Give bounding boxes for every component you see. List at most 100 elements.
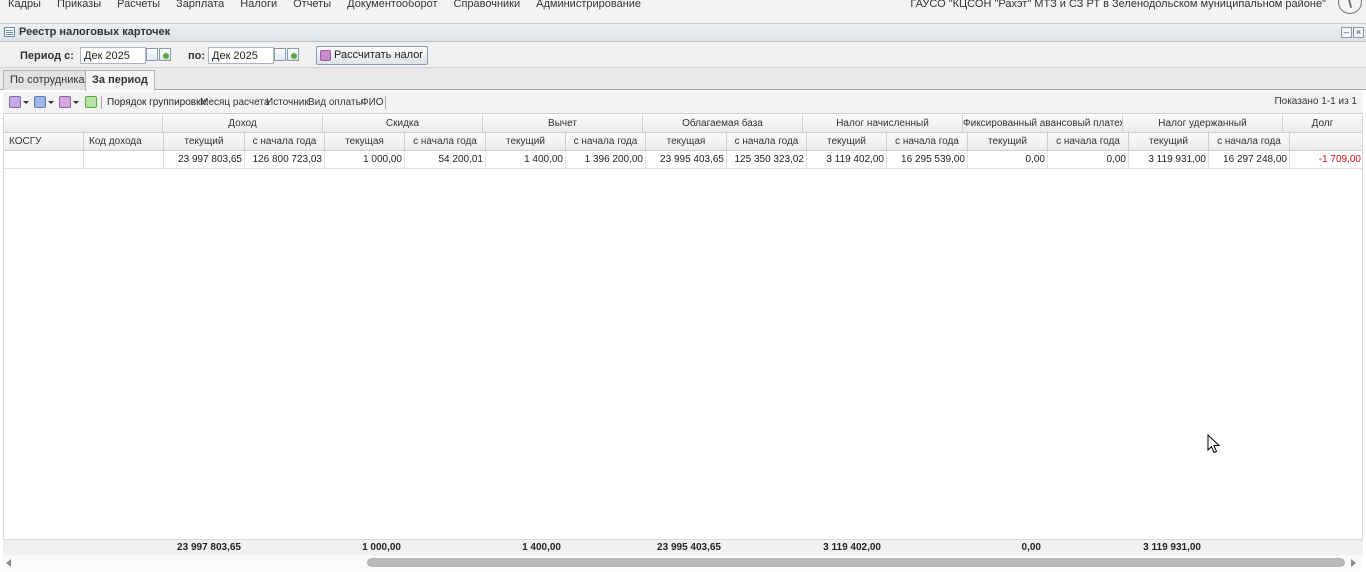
refresh-icon xyxy=(85,96,97,108)
refresh-button[interactable] xyxy=(83,95,97,110)
delete-button[interactable] xyxy=(57,95,79,110)
window-list-icon xyxy=(4,27,15,37)
grid-toolbar: Порядок группировки: Месяц расчета Источ… xyxy=(3,92,1363,114)
add-button[interactable] xyxy=(7,95,29,110)
header-income-current[interactable]: текущий xyxy=(164,133,245,151)
header-group-debt[interactable]: Долг xyxy=(1283,115,1362,133)
minimize-button[interactable]: – xyxy=(1341,27,1352,38)
grouping-label: Порядок группировки: xyxy=(107,97,209,108)
menu-item-nalogi[interactable]: Налоги xyxy=(232,0,285,12)
calculate-tax-label: Рассчитать налог xyxy=(334,49,424,61)
header-withheld-current[interactable]: текущий xyxy=(1129,133,1209,151)
tab-for-period[interactable]: За период xyxy=(85,70,155,91)
header-income-code[interactable]: Код дохода xyxy=(84,133,164,151)
cell-deduction-ytd[interactable]: 1 396 200,00 xyxy=(566,151,646,169)
menu-item-otchety[interactable]: Отчеты xyxy=(285,0,339,12)
cell-income-code[interactable] xyxy=(84,151,164,169)
chevron-down-icon xyxy=(23,101,29,104)
total-fixed-advance: 0,00 xyxy=(1021,542,1041,553)
main-menu-bar: Кадры Приказы Расчеты Зарплата Налоги От… xyxy=(0,0,1366,24)
sub-header-row: КОСГУ Код дохода текущий с начала года т… xyxy=(4,133,1362,151)
header-base-ytd[interactable]: с начала года xyxy=(727,133,807,151)
toolbar-separator xyxy=(101,96,102,109)
cell-withheld-current[interactable]: 3 119 931,00 xyxy=(1129,151,1209,169)
menu-item-prikazy[interactable]: Приказы xyxy=(49,0,109,12)
cell-debt[interactable]: -1 709,00 xyxy=(1290,151,1362,169)
header-group-deduction[interactable]: Вычет xyxy=(483,115,643,133)
period-to-label: по: xyxy=(188,50,206,62)
menu-item-zarplata[interactable]: Зарплата xyxy=(168,0,232,12)
grouping-field-source[interactable]: Источник xyxy=(266,97,309,108)
cell-advance-ytd[interactable]: 0,00 xyxy=(1048,151,1129,169)
toolbar-separator xyxy=(385,96,386,109)
header-kosgu[interactable]: КОСГУ xyxy=(4,133,84,151)
total-taxable-base: 23 995 403,65 xyxy=(657,542,721,553)
header-group-tax-withheld[interactable]: Налог удержанный xyxy=(1123,115,1283,133)
cell-base-ytd[interactable]: 125 350 323,02 xyxy=(727,151,807,169)
header-advance-current[interactable]: текущий xyxy=(968,133,1048,151)
cell-discount-current[interactable]: 1 000,00 xyxy=(325,151,405,169)
group-header-row: Доход Скидка Вычет Облагаемая база Налог… xyxy=(4,115,1362,133)
grouping-field-month[interactable]: Месяц расчета xyxy=(200,97,269,108)
header-deduction-ytd[interactable]: с начала года xyxy=(566,133,646,151)
grouping-field-payment-type[interactable]: Вид оплаты xyxy=(308,97,363,108)
cell-accrued-current[interactable]: 3 119 402,00 xyxy=(807,151,887,169)
cell-kosgu[interactable] xyxy=(4,151,84,169)
header-accrued-ytd[interactable]: с начала года xyxy=(887,133,968,151)
window-title: Реестр налоговых карточек xyxy=(19,26,171,38)
cell-income-current[interactable]: 23 997 803,65 xyxy=(164,151,245,169)
header-deduction-current[interactable]: текущий xyxy=(486,133,566,151)
header-income-ytd[interactable]: с начала года xyxy=(245,133,325,151)
total-tax-withheld: 3 119 931,00 xyxy=(1143,542,1201,553)
header-base-current[interactable]: текущая xyxy=(646,133,727,151)
calculate-tax-button[interactable]: Рассчитать налог xyxy=(316,46,429,65)
calendar-from-icon[interactable] xyxy=(146,48,158,61)
grouping-field-fio[interactable]: ФИО xyxy=(361,97,384,108)
clock-icon[interactable] xyxy=(1338,0,1362,14)
cell-income-ytd[interactable]: 126 800 723,03 xyxy=(245,151,325,169)
totals-row: 23 997 803,65 1 000,00 1 400,00 23 995 4… xyxy=(3,539,1363,555)
header-debt-value[interactable] xyxy=(1290,133,1362,151)
total-deduction: 1 400,00 xyxy=(522,542,561,553)
period-from-label: Период с: xyxy=(20,50,74,62)
header-discount-ytd[interactable]: с начала года xyxy=(405,133,486,151)
cell-base-current[interactable]: 23 995 403,65 xyxy=(646,151,727,169)
header-withheld-ytd[interactable]: с начала года xyxy=(1209,133,1290,151)
menu-item-dokumentooborot[interactable]: Документооборот xyxy=(339,0,445,12)
menu-item-raschety[interactable]: Расчеты xyxy=(109,0,168,12)
table-row[interactable]: 23 997 803,65 126 800 723,03 1 000,00 54… xyxy=(4,151,1362,169)
header-group-taxable-base[interactable]: Облагаемая база xyxy=(643,115,803,133)
calendar-to-icon[interactable] xyxy=(274,48,286,61)
header-accrued-current[interactable]: текущий xyxy=(807,133,887,151)
header-group-income[interactable]: Доход xyxy=(163,115,323,133)
period-from-input[interactable] xyxy=(80,47,146,64)
header-group-fixed-advance[interactable]: Фиксированный авансовый платеж xyxy=(963,115,1123,133)
cell-deduction-current[interactable]: 1 400,00 xyxy=(486,151,566,169)
add-icon xyxy=(9,96,21,108)
scroll-left-icon[interactable] xyxy=(6,559,11,567)
menu-items: Кадры Приказы Расчеты Зарплата Налоги От… xyxy=(0,0,649,12)
cell-withheld-ytd[interactable]: 16 297 248,00 xyxy=(1209,151,1290,169)
header-group-tax-accrued[interactable]: Налог начисленный xyxy=(803,115,963,133)
header-group-discount[interactable]: Скидка xyxy=(323,115,483,133)
cell-accrued-ytd[interactable]: 16 295 539,00 xyxy=(887,151,968,169)
cell-discount-ytd[interactable]: 54 200,01 xyxy=(405,151,486,169)
scroll-right-icon[interactable] xyxy=(1351,559,1356,567)
cell-advance-current[interactable]: 0,00 xyxy=(968,151,1048,169)
refresh-to-icon[interactable] xyxy=(287,48,299,61)
scrollbar-thumb[interactable] xyxy=(367,558,1345,567)
header-advance-ytd[interactable]: с начала года xyxy=(1048,133,1129,151)
edit-button[interactable] xyxy=(32,95,54,110)
close-button[interactable]: × xyxy=(1353,27,1364,38)
total-discount: 1 000,00 xyxy=(362,542,401,553)
mouse-cursor-icon xyxy=(1207,434,1221,454)
horizontal-scrollbar[interactable] xyxy=(3,555,1363,571)
menu-item-kadry[interactable]: Кадры xyxy=(0,0,49,12)
menu-item-spravochniki[interactable]: Справочники xyxy=(446,0,529,12)
period-to-input[interactable] xyxy=(208,47,274,64)
refresh-from-icon[interactable] xyxy=(159,48,171,61)
menu-item-administrirovanie[interactable]: Администрирование xyxy=(528,0,649,12)
chevron-down-icon xyxy=(73,101,79,104)
header-spacer xyxy=(4,115,163,133)
header-discount-current[interactable]: текущая xyxy=(325,133,405,151)
